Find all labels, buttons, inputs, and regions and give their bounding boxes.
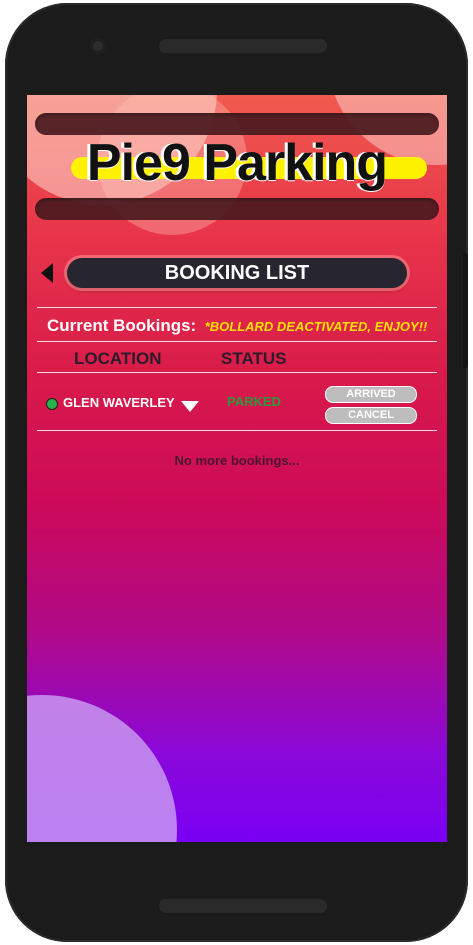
back-arrow-icon[interactable] bbox=[41, 263, 53, 283]
booking-location: GLEN WAVERLEY bbox=[63, 395, 175, 410]
page-title: BOOKING LIST bbox=[67, 258, 407, 288]
arrived-button[interactable]: ARRIVED bbox=[325, 386, 417, 403]
divider bbox=[37, 372, 437, 373]
power-button bbox=[463, 253, 468, 368]
current-bookings-row: Current Bookings: *BOLLARD DEACTIVATED, … bbox=[47, 316, 447, 336]
current-bookings-label: Current Bookings: bbox=[47, 316, 197, 335]
column-header-location: LOCATION bbox=[74, 349, 162, 368]
camera-icon bbox=[90, 38, 106, 54]
app-header: Pie9 Parking bbox=[27, 133, 447, 197]
app-screen: Pie9 Parking BOOKING LIST Current Bookin… bbox=[27, 95, 447, 842]
divider bbox=[37, 430, 437, 431]
status-dot-icon bbox=[46, 398, 58, 410]
no-more-bookings: No more bookings... bbox=[174, 453, 300, 468]
column-header-status: STATUS bbox=[221, 349, 287, 368]
app-title: Pie9 Parking bbox=[86, 134, 388, 192]
bollard-notice: *BOLLARD DEACTIVATED, ENJOY!! bbox=[204, 319, 428, 334]
cancel-button[interactable]: CANCEL bbox=[325, 407, 417, 424]
caret-down-icon[interactable] bbox=[181, 401, 199, 412]
booking-status: PARKED bbox=[227, 394, 281, 409]
divider bbox=[37, 341, 437, 342]
booking-row: GLEN WAVERLEY PARKED ARRIVED CANCEL bbox=[27, 383, 447, 429]
top-speaker bbox=[159, 39, 327, 53]
decor-bar-top bbox=[35, 113, 439, 135]
bottom-speaker bbox=[159, 899, 327, 913]
decor-bar-bottom bbox=[35, 198, 439, 220]
divider bbox=[37, 307, 437, 308]
decor-bubble bbox=[27, 695, 177, 842]
